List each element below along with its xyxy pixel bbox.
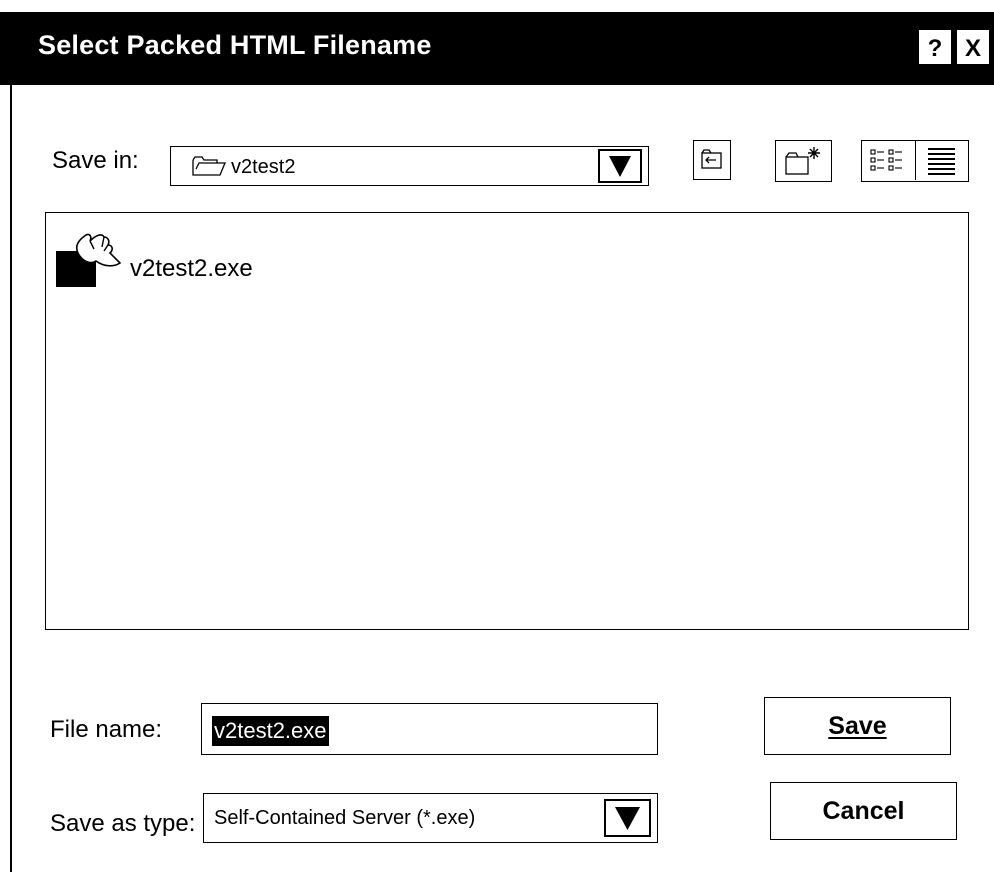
save-dialog: Select Packed HTML Filename ? X Save in:… [0, 0, 994, 872]
list-view-button[interactable] [862, 141, 916, 180]
dialog-border [10, 85, 12, 872]
save-button[interactable]: Save [764, 697, 951, 755]
cancel-button-label: Cancel [822, 797, 905, 825]
dialog-title: Select Packed HTML Filename [38, 30, 432, 60]
details-view-button[interactable] [916, 141, 967, 180]
save-as-type-dropdown-button[interactable] [604, 799, 651, 837]
save-as-type-combobox[interactable]: Self-Contained Server (*.exe) [203, 793, 658, 843]
save-as-type-value: Self-Contained Server (*.exe) [214, 807, 476, 829]
details-view-icon [928, 148, 955, 175]
save-in-value: v2test2 [231, 156, 296, 178]
help-button[interactable]: ? [919, 30, 951, 64]
save-button-label: Save [828, 712, 887, 740]
save-in-label: Save in: [52, 147, 139, 174]
file-name-value: v2test2.exe [212, 716, 329, 746]
save-in-combobox[interactable]: v2test2 [170, 146, 649, 186]
file-name-label: File name: [50, 716, 163, 743]
file-name-text: v2test2.exe [130, 255, 253, 282]
cancel-button[interactable]: Cancel [770, 782, 957, 840]
chevron-down-icon [615, 807, 640, 830]
chevron-down-icon [609, 156, 631, 177]
close-button[interactable]: X [957, 30, 989, 64]
create-new-folder-icon [785, 147, 820, 175]
view-mode-buttons [861, 140, 969, 182]
create-new-folder-button[interactable] [775, 140, 832, 182]
save-as-type-label: Save as type: [50, 810, 196, 837]
executable-file-icon [56, 223, 126, 294]
folder-icon [191, 155, 227, 182]
up-one-level-icon [701, 149, 722, 169]
list-view-icon [870, 149, 902, 171]
file-list[interactable]: v2test2.exe [45, 212, 969, 630]
up-one-level-button[interactable] [693, 140, 731, 180]
file-name-input[interactable]: v2test2.exe [201, 703, 658, 755]
title-bar[interactable]: Select Packed HTML Filename ? X [0, 12, 994, 85]
save-in-dropdown-button[interactable] [598, 149, 642, 183]
